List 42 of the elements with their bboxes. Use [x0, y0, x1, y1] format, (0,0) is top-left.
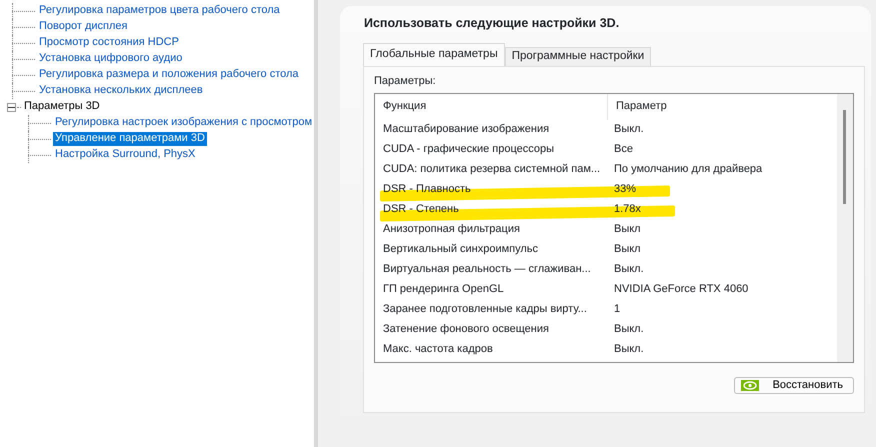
scrollbar[interactable] [837, 94, 853, 362]
setting-value[interactable]: 1.78x [607, 203, 641, 217]
tab[interactable]: Глобальные параметры [363, 43, 505, 66]
tree-item[interactable]: Поворот дисплея [37, 20, 130, 34]
setting-name[interactable]: Масштабирование изображения [375, 123, 607, 137]
tree-item[interactable]: Регулировка размера и положения рабочего стола [37, 68, 301, 82]
eye-logo-icon [740, 380, 759, 392]
setting-value[interactable]: Выкл. [607, 343, 644, 357]
tree-item[interactable]: Управление параметрами 3D [53, 132, 207, 146]
setting-value[interactable]: Выкл [607, 223, 641, 237]
tree-item[interactable]: Просмотр состояния HDCP [37, 36, 181, 50]
setting-name[interactable]: Заранее подготовленные кадры вирту... [375, 303, 607, 317]
section-heading: Использовать следующие настройки 3D. [364, 16, 620, 31]
setting-value[interactable]: Выкл. [607, 263, 644, 277]
tree-item[interactable]: Установка нескольких дисплеев [37, 84, 205, 98]
setting-value[interactable]: Выкл. [607, 123, 644, 137]
setting-value[interactable]: По умолчанию для драйвера [607, 163, 762, 177]
column-header[interactable]: Функция [375, 100, 607, 114]
setting-value[interactable]: NVIDIA GeForce RTX 4060 [607, 283, 748, 297]
setting-name[interactable]: Вертикальный синхроимпульс [375, 243, 607, 257]
setting-name[interactable]: Макс. частота кадров [375, 343, 607, 357]
tree-item[interactable]: Параметры 3D [22, 100, 102, 114]
setting-name[interactable]: Анизотропная фильтрация [375, 223, 607, 237]
column-header[interactable]: Параметр [608, 100, 667, 114]
setting-name[interactable]: Затенение фонового освещения [375, 323, 607, 337]
setting-value[interactable]: Выкл. [607, 323, 644, 337]
tree-item[interactable]: Установка цифрового аудио [37, 52, 184, 66]
setting-value[interactable]: 33% [607, 183, 636, 197]
setting-name[interactable]: CUDA - графические процессоры [375, 143, 607, 157]
tree-item[interactable]: Регулировка параметров цвета рабочего стола [37, 4, 282, 18]
setting-value[interactable]: Выкл [607, 243, 641, 257]
setting-value[interactable]: 1 [607, 303, 620, 317]
parameters-label: Параметры: [374, 74, 437, 88]
restore-button[interactable]: Восстановить [734, 376, 854, 394]
setting-name[interactable]: CUDA: политика резерва системной пам... [375, 163, 607, 177]
setting-value[interactable]: Все [607, 143, 633, 157]
tree-item[interactable]: Регулировка настроек изображения с просмотром [53, 116, 314, 130]
collapse-toggle-icon[interactable] [7, 102, 16, 112]
setting-name[interactable]: ГП рендеринга OpenGL [375, 283, 607, 297]
tree-item[interactable]: Настройка Surround, PhysX [53, 148, 198, 162]
setting-name[interactable]: Виртуальная реальность — сглаживан... [375, 263, 607, 277]
tab[interactable]: Программные настройки [504, 47, 652, 66]
